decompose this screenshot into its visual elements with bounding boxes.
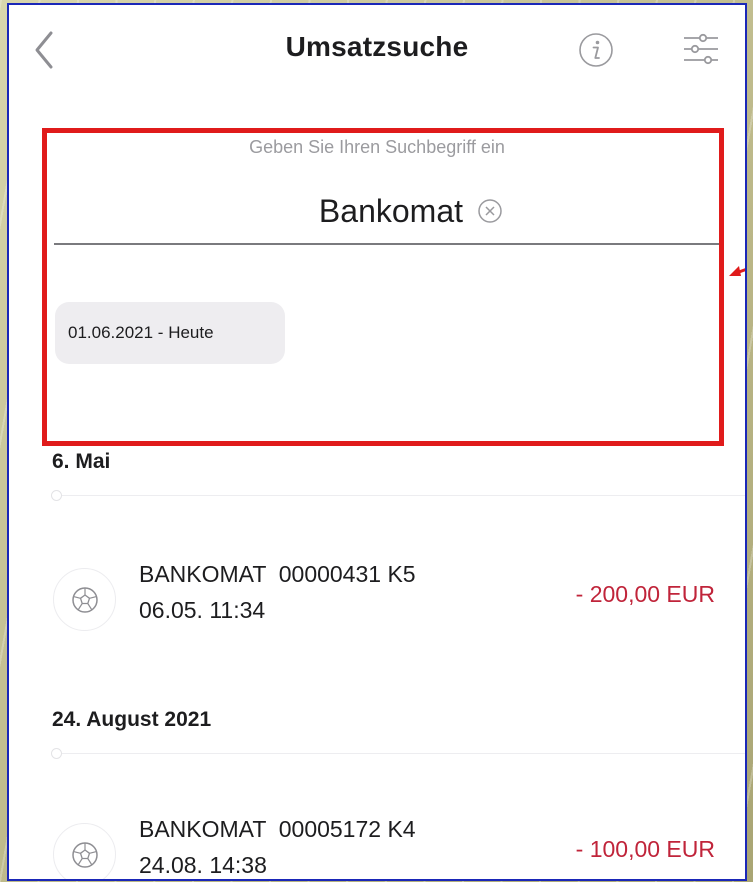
transaction-title: BANKOMAT 00000431 K5	[139, 561, 416, 587]
transaction-icon	[53, 823, 116, 879]
annotation-arrow	[729, 266, 745, 276]
transaction-row[interactable]: BANKOMAT 00000431 K5 06.05. 11:34 - 200,…	[9, 553, 745, 643]
navigation-bar: Umsatzsuche	[9, 5, 745, 100]
date-range-label: 01.06.2021 - Heute	[68, 323, 214, 342]
search-field	[54, 183, 722, 239]
ball-icon	[71, 586, 98, 613]
transaction-date: 06.05. 11:34	[139, 597, 266, 623]
transaction-row[interactable]: BANKOMAT 00005172 K4 24.08. 14:38 - 100,…	[9, 808, 745, 879]
search-underline	[54, 243, 722, 245]
ball-icon	[71, 841, 98, 868]
section-header: 6. Mai	[52, 450, 111, 473]
transaction-title: BANKOMAT 00005172 K4	[139, 816, 416, 842]
clear-circle-icon[interactable]	[477, 198, 503, 224]
search-hint: Geben Sie Ihren Suchbegriff ein	[249, 137, 505, 157]
timeline-dot	[51, 748, 62, 759]
search-input[interactable]	[273, 192, 463, 230]
highlight-box	[42, 128, 724, 446]
transaction-icon	[53, 568, 116, 631]
date-range-chip[interactable]: 01.06.2021 - Heute	[55, 302, 285, 364]
timeline-dot	[51, 490, 62, 501]
page-title: Umsatzsuche	[285, 31, 469, 62]
transaction-amount: - 100,00 EUR	[575, 836, 715, 862]
section-header: 24. August 2021	[52, 708, 212, 731]
timeline-divider	[51, 748, 745, 759]
transaction-date: 24.08. 14:38	[139, 852, 267, 878]
info-icon[interactable]	[577, 31, 615, 69]
timeline-divider	[51, 490, 745, 501]
sliders-icon[interactable]	[681, 29, 721, 69]
phone-screen: Umsatzsuche Geben Sie Ihren Suchbegriff …	[7, 3, 747, 881]
transaction-amount: - 200,00 EUR	[575, 581, 715, 607]
